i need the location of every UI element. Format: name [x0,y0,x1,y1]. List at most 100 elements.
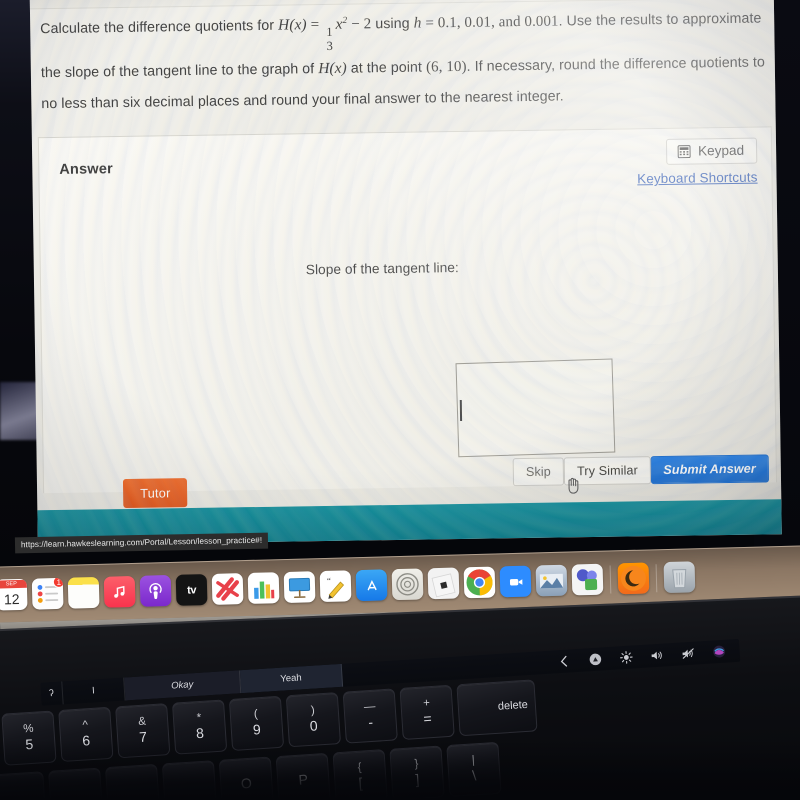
key-5[interactable]: % 5 [1,710,57,766]
touchbar-suggestion-0[interactable]: ʔ [40,681,64,706]
dock-item-calendar[interactable]: SEP 12 [0,578,28,611]
dock-separator [609,564,612,593]
key-6[interactable]: ^ 6 [58,706,114,763]
dock-item-apple-tv[interactable]: tv [175,574,208,606]
dock-item-reminders[interactable]: 1 [31,577,64,610]
text-caret [459,399,462,422]
podcasts-icon [149,583,162,600]
key-9-upper: ( [253,708,259,721]
question-using: using [375,15,410,33]
key-6-upper: ^ [82,719,89,732]
dock-item-system-settings[interactable] [391,568,424,601]
key-equals-upper: + [422,697,431,710]
key-0-upper: ) [310,704,316,717]
app-store-icon [367,579,377,590]
key-equals[interactable]: + = [399,684,455,740]
key-minus-lower: - [367,714,374,731]
dock-item-podcasts[interactable] [139,574,172,607]
key-blank-4[interactable] [105,763,161,800]
key-7[interactable]: & 7 [115,703,171,759]
key-9-lower: 9 [252,721,262,739]
dock-item-keynote[interactable] [283,571,316,604]
key-bracket-left[interactable]: { [ [332,749,388,800]
key-minus-upper: — [363,700,376,714]
key-p[interactable]: P [275,752,331,800]
question-line3: six decimal places and round your final … [122,88,564,112]
brightness-low-icon[interactable] [589,652,603,666]
answer-prompt-label: Slope of the tangent line: [305,260,459,278]
volume-mute-icon[interactable] [681,647,695,661]
question-text: Calculate the difference quotients for H… [40,2,771,119]
key-o[interactable]: O [218,756,275,800]
siri-icon[interactable] [712,645,726,659]
dock-item-news[interactable] [211,573,244,605]
key-blank-3[interactable] [48,767,104,800]
dock-item-pages[interactable]: “ [319,570,352,603]
numbers-chart-icon [254,581,275,599]
touchbar-suggestion-yeah[interactable]: Yeah [239,663,344,694]
dock-item-chrome[interactable] [463,566,496,599]
dock-item-notes[interactable] [67,576,100,609]
key-0[interactable]: ) 0 [285,692,341,748]
key-9[interactable]: ( 9 [228,695,285,751]
dock-item-music[interactable] [103,575,136,608]
key-delete[interactable]: delete [456,679,538,737]
settings-gear-icon [396,573,419,596]
key-minus[interactable]: — - [342,688,398,744]
question-equals: = [310,17,320,34]
key-delete-label: delete [497,698,529,713]
brightness-high-icon[interactable] [619,651,633,665]
dock-item-app-store[interactable] [355,569,388,602]
answer-card: Answer Keypad Keyboard Shortcuts Slope o… [37,127,778,494]
key-7-upper: & [137,715,147,729]
roblox-icon [431,573,456,598]
question-line2-a: slope of the tangent line to the graph o… [64,60,315,81]
video-camera-icon [509,578,522,585]
keyboard-shortcuts-link[interactable]: Keyboard Shortcuts [637,170,758,187]
dock-item-firefox[interactable] [617,562,650,595]
key-blank-5[interactable] [161,760,218,800]
question-exponent: 2 [342,15,348,26]
key-5-upper: % [22,722,34,736]
laptop-screen-wrapper: Incorr Calculate the difference quotient… [0,0,794,556]
slope-answer-input[interactable] [455,358,616,458]
teams-icon [576,569,598,591]
answer-input-row: Slope of the tangent line: [306,260,459,277]
keypad-button-label: Keypad [697,142,745,159]
key-bracket-right[interactable]: } ] [389,745,445,800]
dock-item-roblox[interactable] [427,567,460,600]
dock-item-preview[interactable] [535,564,568,597]
reminders-badge-count: 1 [52,577,64,589]
dock-item-microsoft-teams[interactable] [571,563,604,596]
keypad-button[interactable]: Keypad [665,137,758,165]
volume-up-icon[interactable] [650,649,664,663]
question-function-name: H(x) [277,16,307,34]
chevron-left-icon[interactable] [558,654,572,668]
touchbar-suggestion-1[interactable]: I [62,677,126,705]
key-o-label: O [240,775,253,792]
touchbar-suggestion-okay[interactable]: Okay [124,670,242,701]
dock-item-zoom[interactable] [499,565,532,598]
key-backslash[interactable]: | \ [446,741,502,798]
calendar-day-label: 12 [3,590,20,607]
key-5-lower: 5 [24,736,34,753]
submit-answer-button[interactable]: Submit Answer [650,454,770,485]
question-point: (6, 10) [425,58,467,75]
key-bracket-left-upper: { [357,761,362,774]
photo-of-laptop-screen: Incorr Calculate the difference quotient… [0,0,800,800]
laptop-base: ʔ I Okay Yeah % 5 ^ 6 & 7 * 8 (9) 0 — … [0,593,800,800]
question-h-values: = 0.1, 0.01, and 0.001 [425,13,559,32]
key-blank-2[interactable] [0,771,47,800]
tutor-button[interactable]: Tutor [122,478,188,509]
chrome-icon [466,569,493,596]
key-backslash-lower: \ [471,767,477,784]
question-minus-two: − 2 [351,16,372,33]
skip-button[interactable]: Skip [512,457,565,487]
dock-item-numbers[interactable] [247,572,280,604]
key-8-lower: 8 [195,725,205,742]
key-backslash-upper: | [471,754,476,767]
svg-text:“: “ [327,576,331,586]
dock-item-trash[interactable] [663,561,696,594]
keynote-icon [288,577,311,599]
key-8[interactable]: * 8 [171,699,228,755]
